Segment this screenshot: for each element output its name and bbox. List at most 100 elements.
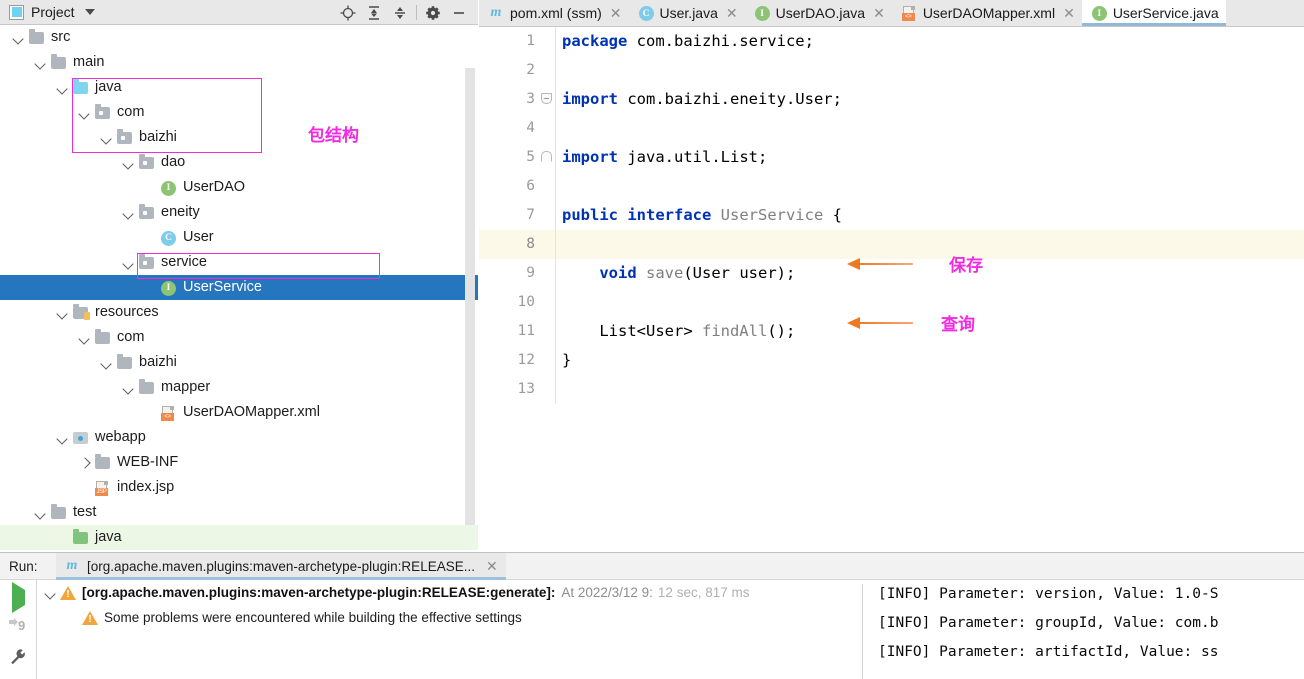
close-icon[interactable]: ✕ [726,6,738,20]
wrench-icon[interactable] [9,648,27,669]
locate-icon[interactable] [335,2,361,24]
expand-all-icon[interactable] [361,2,387,24]
editor-tab-pom-xml-ssm-[interactable]: m pom.xml (ssm) ✕ [479,0,629,26]
tree-node-mapper[interactable]: mapper [0,375,478,400]
project-tree[interactable]: src main java com baizhi dao I UserDAO eneity C Us… [0,25,478,551]
chevron-down-icon[interactable] [34,56,47,69]
node-icon: JSP [94,480,111,496]
tree-node-test[interactable]: test [0,500,478,525]
rerun-9-icon[interactable]: 9 [8,617,28,638]
code-text: void save(User user); [562,259,795,288]
tree-node-user[interactable]: C User [0,225,478,250]
gutter-divider [555,201,556,230]
project-panel-header: Project [0,0,478,25]
code-fold-icon[interactable] [541,93,552,104]
tab-file-icon: I [754,5,770,21]
folder-icon [51,54,66,69]
tree-node-com[interactable]: com [0,325,478,350]
tree-node-java[interactable]: java [0,525,478,550]
tree-node-service[interactable]: service [0,250,478,275]
tree-node-dao[interactable]: dao [0,150,478,175]
editor-tab-userdaomapper-xml[interactable]: <> UserDAOMapper.xml ✕ [892,0,1082,26]
chevron-down-icon[interactable] [78,331,91,344]
code-line[interactable]: 2 [479,56,1304,85]
code-line[interactable]: 5 import java.util.List; [479,143,1304,172]
run-output-tree[interactable]: ! [org.apache.maven.plugins:maven-archety… [40,580,862,679]
tree-node-userservice[interactable]: I UserService [0,275,478,300]
tree-node-baizhi[interactable]: baizhi [0,350,478,375]
chevron-down-icon[interactable] [34,506,47,519]
editor-tab-user-java[interactable]: C User.java ✕ [629,0,745,26]
tree-node-userdaomapper-xml[interactable]: <> UserDAOMapper.xml [0,400,478,425]
chevron-down-icon[interactable] [78,106,91,119]
chevron-down-icon[interactable] [122,381,135,394]
tree-node-web-inf[interactable]: WEB-INF [0,450,478,475]
chevron-down-icon[interactable] [12,31,25,44]
code-line[interactable]: 4 [479,114,1304,143]
code-line[interactable]: 11 List<User> findAll(); [479,317,1304,346]
tree-node-java[interactable]: java [0,75,478,100]
tree-node-label: com [117,104,145,120]
tree-node-src[interactable]: src [0,25,478,50]
code-fold-icon[interactable] [541,151,552,162]
tree-node-resources[interactable]: resources [0,300,478,325]
tree-node-label: resources [95,304,159,320]
tree-node-label: index.jsp [117,479,175,495]
project-tree-scrollbar[interactable] [465,68,475,525]
code-line[interactable]: 9 void save(User user); [479,259,1304,288]
run-tree-row[interactable]: ! [org.apache.maven.plugins:maven-archety… [40,580,862,605]
tree-node-index-jsp[interactable]: JSP index.jsp [0,475,478,500]
code-line[interactable]: 10 [479,288,1304,317]
chevron-down-icon[interactable] [122,206,135,219]
source-folder-icon [73,79,88,94]
code-line[interactable]: 1 package com.baizhi.service; [479,27,1304,56]
package-icon [139,154,154,169]
run-tree-text: [org.apache.maven.plugins:maven-archetyp… [82,585,556,600]
run-tab[interactable]: m [org.apache.maven.plugins:maven-archet… [56,552,506,580]
chevron-down-icon[interactable] [84,9,95,15]
close-icon[interactable]: ✕ [486,558,498,575]
chevron-down-icon[interactable] [56,81,69,94]
close-icon[interactable]: ✕ [610,6,622,20]
code-line[interactable]: 6 [479,172,1304,201]
minimize-icon[interactable] [446,2,472,24]
chevron-down-icon[interactable] [100,131,113,144]
code-line[interactable]: 7 public interface UserService { [479,201,1304,230]
editor-tab-userservice-java[interactable]: I UserService.java [1081,0,1226,26]
chevron-down-icon[interactable] [100,356,113,369]
gutter-divider [555,85,556,114]
tree-node-userdao[interactable]: I UserDAO [0,175,478,200]
code-line[interactable]: 13 [479,375,1304,404]
gear-icon[interactable] [420,2,446,24]
code-line[interactable]: 3 import com.baizhi.eneity.User; [479,85,1304,114]
gutter-divider [555,288,556,317]
tree-node-com[interactable]: com [0,100,478,125]
gutter-divider [555,375,556,404]
code-line[interactable]: 12} [479,346,1304,375]
chevron-down-icon[interactable] [122,256,135,269]
code-line[interactable]: 8 [479,230,1304,259]
close-icon[interactable]: ✕ [873,6,885,20]
tree-node-webapp[interactable]: webapp [0,425,478,450]
run-icon[interactable] [11,582,25,613]
chevron-down-icon[interactable] [56,431,69,444]
editor-tab-bar[interactable]: m pom.xml (ssm) ✕ C User.java ✕ I UserDAO.java ✕… [479,0,1304,27]
tree-node-label: java [95,529,122,545]
interface-icon: I [1091,6,1107,21]
run-duration: 12 sec, 817 ms [657,585,750,600]
code-editor[interactable]: 1 package com.baizhi.service; 2 3 import com… [479,27,1304,551]
chevron-down-icon[interactable] [56,306,69,319]
class-icon: C [638,6,654,21]
close-icon[interactable]: ✕ [1063,6,1075,20]
run-tree-row[interactable]: ! Some problems were encountered while bu… [40,605,862,630]
tree-node-main[interactable]: main [0,50,478,75]
tree-node-baizhi[interactable]: baizhi [0,125,478,150]
editor-tab-userdao-java[interactable]: I UserDAO.java ✕ [745,0,892,26]
collapse-all-icon[interactable] [387,2,413,24]
run-console-output[interactable]: [INFO] Parameter: version, Value: 1.0-S [… [870,580,1304,679]
tree-node-eneity[interactable]: eneity [0,200,478,225]
chevron-down-icon[interactable] [44,586,57,599]
chevron-down-icon[interactable] [122,156,135,169]
chevron-right-icon[interactable] [78,456,91,469]
